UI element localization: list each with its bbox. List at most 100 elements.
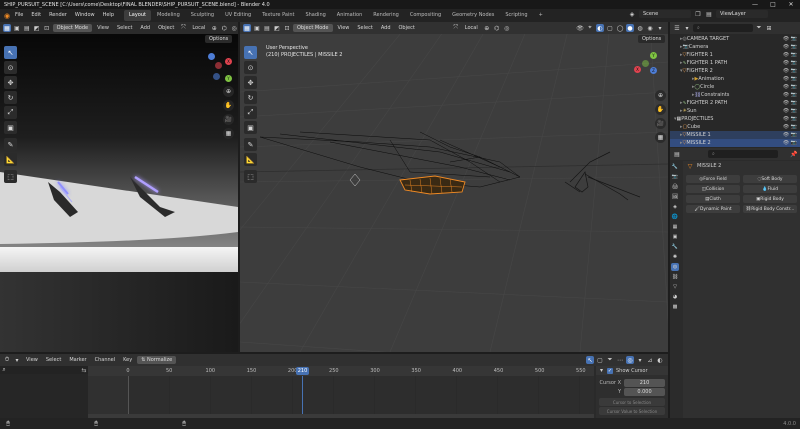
transform-tool-icon[interactable]: ▣ — [4, 121, 17, 134]
gizmo-z-icon[interactable]: Z — [650, 67, 657, 74]
tab-layout[interactable]: Layout — [124, 10, 151, 21]
visibility-toggle-icon[interactable]: 👁 📷 — [783, 108, 797, 114]
transform-orientation-dropdown[interactable]: Local — [189, 24, 208, 32]
transform-tool-icon[interactable]: ▣ — [244, 121, 257, 134]
tab-texture-paint[interactable]: Texture Paint — [257, 10, 299, 21]
properties-search-input[interactable]: ⌕ — [708, 150, 778, 158]
menu-render[interactable]: Render — [45, 9, 71, 22]
timeline-menu-select[interactable]: Select — [43, 356, 64, 364]
outliner-item[interactable]: ▸ ∿ FIGHTER 2 PATH 👁 📷 — [670, 99, 800, 107]
menu-view[interactable]: View — [94, 24, 112, 32]
annotate-tool-icon[interactable]: ✎ — [4, 138, 17, 151]
move-tool-icon[interactable]: ✥ — [244, 76, 257, 89]
tab-compositing[interactable]: Compositing — [405, 10, 446, 21]
new-collection-icon[interactable]: ⊞ — [765, 24, 773, 32]
visibility-toggle-icon[interactable]: 👁 📷 — [783, 116, 797, 122]
object-tab-icon[interactable]: ▣ — [671, 233, 679, 241]
frame-ruler[interactable]: 0 50 100 150 200 250 300 350 400 450 500 550 — [88, 366, 594, 376]
shading-options-icon[interactable]: ▾ — [656, 24, 664, 32]
current-frame-indicator[interactable]: 210 — [296, 367, 309, 375]
options-button[interactable]: Options — [638, 35, 666, 43]
tab-shading[interactable]: Shading — [300, 10, 330, 21]
timeline-menu-channel[interactable]: Channel — [92, 356, 119, 364]
perspective-grid-icon[interactable]: ▦ — [655, 132, 666, 143]
timeline-menu-view[interactable]: View — [23, 356, 41, 364]
menu-add[interactable]: Add — [378, 24, 394, 32]
particles-tab-icon[interactable]: ✺ — [671, 253, 679, 261]
visibility-toggle-icon[interactable]: 👁 📷 — [783, 52, 797, 58]
filter-icon[interactable]: ⏷ — [606, 356, 614, 364]
tab-animation[interactable]: Animation — [332, 10, 368, 21]
outliner-item[interactable]: ▸ ∿ FIGHTER 1 PATH 👁 📷 — [670, 59, 800, 67]
force-field-button[interactable]: ◎ Force Field — [686, 175, 740, 183]
pin-icon[interactable]: 📌 — [790, 150, 798, 158]
3d-viewport[interactable]: ▦ ▣ ▤ ◩ ⊡ Object Mode View Select Add Ob… — [240, 22, 668, 352]
cursor-tool-icon[interactable]: ⊙ — [4, 61, 17, 74]
filter-icon[interactable]: ⏷ — [755, 24, 763, 32]
zoom-icon[interactable]: ⊕ — [223, 86, 234, 97]
cursor-x-field[interactable]: 210 — [624, 379, 665, 387]
close-button[interactable]: ✕ — [782, 0, 800, 9]
gizmo-neg-x-icon[interactable] — [215, 62, 222, 69]
move-tool-icon[interactable]: ✥ — [4, 76, 17, 89]
cursor-y-field[interactable]: 0.000 — [624, 388, 665, 396]
minimize-button[interactable]: — — [746, 0, 764, 9]
menu-file[interactable]: File — [11, 9, 27, 22]
outliner-search-input[interactable]: ⌕ — [693, 24, 753, 32]
outliner-item[interactable]: ▸ ▢ Cube 👁 📷 — [670, 123, 800, 131]
cursor-value-to-selection-button[interactable]: Cursor Value to Selection — [599, 407, 665, 415]
snapping-icon[interactable]: ▾ — [636, 356, 644, 364]
gizmo-y-icon[interactable]: Y — [650, 52, 657, 59]
menu-help[interactable]: Help — [99, 9, 118, 22]
outliner-item[interactable]: ▸ ▶ Animation 👁 📷 — [670, 75, 800, 83]
visibility-toggle-icon[interactable]: 👁 📷 — [783, 60, 797, 66]
measure-tool-icon[interactable]: 📐 — [4, 153, 17, 166]
select-box-icon[interactable]: ▦ — [243, 24, 251, 32]
overlays-icon[interactable]: ◐ — [596, 24, 604, 32]
rotate-tool-icon[interactable]: ↻ — [4, 91, 17, 104]
visibility-toggle-icon[interactable]: 👁 📷 — [783, 124, 797, 130]
editor-type-icon[interactable]: ⊡ — [43, 24, 51, 32]
menu-object[interactable]: Object — [155, 24, 177, 32]
soft-body-button[interactable]: ◌ Soft Body — [743, 175, 797, 183]
visibility-toggle-icon[interactable]: 👁 📷 — [783, 44, 797, 50]
outliner-item[interactable]: ▸ ▽ MISSILE 2 👁 📷 — [670, 139, 800, 147]
gizmo-toggle-icon[interactable]: ⌖ — [586, 24, 594, 32]
scale-tool-icon[interactable]: ⤢ — [244, 106, 257, 119]
gizmo-neg-z-icon[interactable] — [213, 73, 220, 80]
transform-orientation-icon[interactable]: ⤧ — [452, 24, 460, 32]
proportional-icon[interactable]: ◎ — [230, 24, 238, 32]
channel-search-icon[interactable]: ⌕ — [0, 366, 8, 374]
left-nav-gizmo[interactable]: X Y — [205, 50, 235, 82]
output-tab-icon[interactable]: 🖨 — [671, 183, 679, 191]
select-mode-icon[interactable]: ▣ — [253, 24, 261, 32]
visibility-toggle-icon[interactable]: 👁 📷 — [783, 100, 797, 106]
menu-edit[interactable]: Edit — [27, 9, 45, 22]
outliner-item[interactable]: ▸ ⛓ Constraints 👁 📷 — [670, 91, 800, 99]
texture-tab-icon[interactable]: ▩ — [671, 303, 679, 311]
visibility-icon[interactable]: 👁 — [576, 24, 584, 32]
material-shading-icon[interactable]: ◍ — [636, 24, 644, 32]
editor-type-icon[interactable]: ⊡ — [283, 24, 291, 32]
show-cursor-checkbox[interactable]: ✓ — [607, 367, 613, 374]
select-invert-icon[interactable]: ▤ — [263, 24, 271, 32]
right-nav-gizmo[interactable]: X Y Z — [632, 50, 662, 80]
properties-editor-icon[interactable]: ▤ — [673, 150, 681, 158]
auto-normalize-icon[interactable]: ⋯ — [616, 356, 624, 364]
gizmo-x-icon[interactable]: X — [634, 66, 641, 73]
select-intersect-icon[interactable]: ◩ — [273, 24, 281, 32]
gizmo-x-icon[interactable]: X — [225, 58, 232, 65]
gizmo-neg-y-icon[interactable] — [642, 60, 649, 67]
collision-button[interactable]: ◫ Collision — [686, 185, 740, 193]
only-selected-icon[interactable]: ↖ — [586, 356, 594, 364]
transform-orientation-icon[interactable]: ⤧ — [179, 24, 187, 32]
tab-uv-editing[interactable]: UV Editing — [220, 10, 256, 21]
menu-object[interactable]: Object — [396, 24, 418, 32]
physics-tab-icon[interactable]: ◍ — [671, 263, 679, 271]
collection-tab-icon[interactable]: ▦ — [671, 223, 679, 231]
object-mode-dropdown[interactable]: Object Mode — [293, 24, 333, 32]
outliner-item[interactable]: ▾ ▽ FIGHTER 2 👁 📷 — [670, 67, 800, 75]
blender-logo-icon[interactable]: ◉ — [3, 12, 11, 20]
menu-select[interactable]: Select — [114, 24, 135, 32]
camera-view-icon[interactable]: 🎥 — [223, 114, 234, 125]
